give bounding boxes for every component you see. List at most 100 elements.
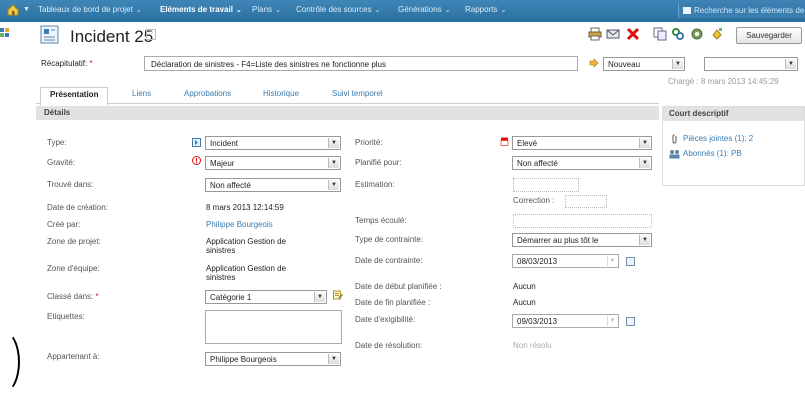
nav-controle-des-sources[interactable]: Contrôle des sources ⌄	[296, 5, 380, 14]
paperclip-icon	[672, 134, 677, 144]
chevron-down-icon[interactable]: ▼	[607, 256, 617, 266]
correction-label: Correction :	[513, 196, 555, 205]
summary-input[interactable]: Déclaration de sinistres - F4=Liste des …	[144, 56, 578, 71]
subscribe-icon[interactable]	[690, 27, 704, 41]
email-icon[interactable]	[606, 27, 620, 41]
trouve-dans-value: Non affecté	[210, 181, 251, 190]
subscribers-icon	[669, 150, 680, 159]
copy-icon[interactable]	[653, 27, 667, 41]
calendar-icon[interactable]	[626, 317, 635, 326]
temps-ecoule-label: Temps écoulé:	[355, 216, 407, 225]
zone-projet-label: Zone de projet:	[47, 237, 101, 246]
state-transition-arrow-icon	[589, 58, 599, 68]
estimation-input[interactable]	[513, 178, 579, 192]
chevron-down-icon[interactable]: ▼	[607, 316, 617, 326]
planifie-pour-select[interactable]: Non affecté ▼	[512, 156, 652, 170]
classe-dans-label-text: Classé dans:	[47, 292, 94, 301]
nav-elements-de-travail[interactable]: Eléments de travail ⌄	[160, 5, 242, 14]
nav-label: Contrôle des sources	[296, 5, 372, 14]
chevron-down-icon: ⌄	[235, 7, 242, 14]
chevron-down-icon: ▼	[328, 180, 339, 190]
chevron-down-icon: ⌄	[374, 7, 381, 14]
priorite-select[interactable]: Elevé ▼	[512, 136, 652, 150]
chevron-down-icon: ▼	[639, 138, 650, 148]
type-contrainte-select[interactable]: Démarrer au plus tôt le ▼	[512, 233, 652, 247]
calendar-icon[interactable]	[626, 257, 635, 266]
date-exigibilite-input[interactable]: 09/03/2013 ▼	[512, 314, 619, 328]
zone-projet-value: Application Gestion de sinistres	[206, 237, 287, 255]
help-icon[interactable]: ?	[146, 29, 156, 40]
trouve-dans-label: Trouvé dans:	[47, 180, 94, 189]
nav-rapports[interactable]: Rapports ⌄	[465, 5, 506, 14]
etiquettes-textarea[interactable]	[205, 310, 342, 344]
attachments-link[interactable]: Pièces jointes (1): 2	[683, 134, 753, 143]
gravite-select[interactable]: Majeur ▼	[205, 156, 341, 170]
date-fin-planifiee-value: Aucun	[513, 298, 536, 307]
state-select[interactable]: Nouveau ▼	[603, 57, 685, 71]
cree-par-label: Créé par:	[47, 220, 81, 229]
incident-type-icon	[192, 138, 201, 147]
planifie-pour-label: Planifié pour:	[355, 158, 402, 167]
classe-dans-select[interactable]: Catégorie 1 ▼	[205, 290, 327, 304]
zone-equipe-label: Zone d'équipe:	[47, 264, 100, 273]
chevron-down-icon: ▼	[639, 235, 650, 245]
correction-input[interactable]	[565, 195, 607, 208]
zone-equipe-value: Application Gestion de sinistres	[206, 264, 287, 282]
chevron-down-icon: ⌄	[444, 7, 451, 14]
type-label: Type:	[47, 138, 67, 147]
classe-dans-value: Catégorie 1	[210, 293, 252, 302]
search-input[interactable]: Recherche sur les éléments de Q	[678, 3, 805, 18]
cree-par-link[interactable]: Philippe Bourgeois	[206, 220, 273, 229]
category-edit-icon[interactable]	[333, 290, 343, 300]
nav-plans[interactable]: Plans ⌄	[252, 5, 281, 14]
link-icon[interactable]	[671, 27, 685, 41]
date-resolution-label: Date de résolution:	[355, 341, 423, 350]
tab-approbations[interactable]: Approbations	[184, 89, 231, 98]
search-placeholder: Recherche sur les éléments de Q	[694, 6, 805, 15]
appartenant-select[interactable]: Philippe Bourgeois ▼	[205, 352, 341, 366]
nav-label: Rapports	[465, 5, 498, 14]
tab-presentation[interactable]: Présentation	[40, 87, 109, 106]
chevron-down-icon: ⌄	[275, 7, 281, 14]
trouve-dans-select[interactable]: Non affecté ▼	[205, 178, 341, 192]
tab-liens[interactable]: Liens	[132, 89, 151, 98]
chevron-down-icon: ▼	[785, 59, 796, 69]
home-icon[interactable]	[6, 3, 20, 17]
print-icon[interactable]	[588, 27, 602, 41]
subscribers-link[interactable]: Abonnés (1): PB	[683, 149, 742, 158]
work-item-icon	[40, 25, 59, 44]
nav-generations[interactable]: Générations ⌄	[398, 5, 450, 14]
grid-icon[interactable]	[0, 28, 10, 38]
classe-dans-label: Classé dans: *	[47, 292, 99, 301]
tab-bar: Présentation Liens Approbations Historiq…	[36, 87, 659, 106]
chevron-down-icon: ▼	[639, 158, 650, 168]
tab-suivi-temporel[interactable]: Suivi temporel	[332, 89, 383, 98]
priority-high-icon	[500, 137, 509, 146]
appartenant-label: Appartenant à:	[47, 352, 100, 361]
plugin-icon[interactable]	[710, 27, 724, 41]
date-contrainte-value: 08/03/2013	[517, 257, 558, 266]
delete-icon[interactable]	[626, 27, 640, 41]
tab-historique[interactable]: Historique	[263, 89, 299, 98]
etiquettes-label: Etiquettes:	[47, 312, 85, 321]
summary-label: Récapitulatif: *	[41, 59, 93, 68]
panel-title: Court descriptif	[663, 107, 804, 121]
nav-label: Tableaux de bord de projet	[38, 5, 133, 14]
resolution-action-select[interactable]: ▼	[704, 57, 798, 71]
priorite-value: Elevé	[517, 139, 538, 148]
chevron-down-icon: ⌄	[500, 7, 507, 14]
type-select[interactable]: Incident ▼	[205, 136, 341, 150]
date-exigibilite-value: 09/03/2013	[517, 317, 558, 326]
appartenant-value: Philippe Bourgeois	[210, 355, 277, 364]
nav-tableaux-de-bord[interactable]: Tableaux de bord de projet ⌄	[38, 5, 142, 14]
save-button[interactable]: Sauvegarder	[736, 27, 802, 44]
short-description-panel: Court descriptif Pièces jointes (1): 2 A…	[662, 106, 805, 186]
search-scope-icon[interactable]	[683, 7, 691, 15]
home-menu-chevron-icon[interactable]: ▼	[23, 6, 30, 13]
temps-ecoule-input[interactable]	[513, 214, 652, 228]
state-value: Nouveau	[608, 60, 641, 69]
chevron-down-icon: ▼	[328, 158, 339, 168]
estimation-label: Estimation:	[355, 180, 395, 189]
date-fin-planifiee-label: Date de fin planifiée :	[355, 298, 431, 307]
date-contrainte-input[interactable]: 08/03/2013 ▼	[512, 254, 619, 268]
